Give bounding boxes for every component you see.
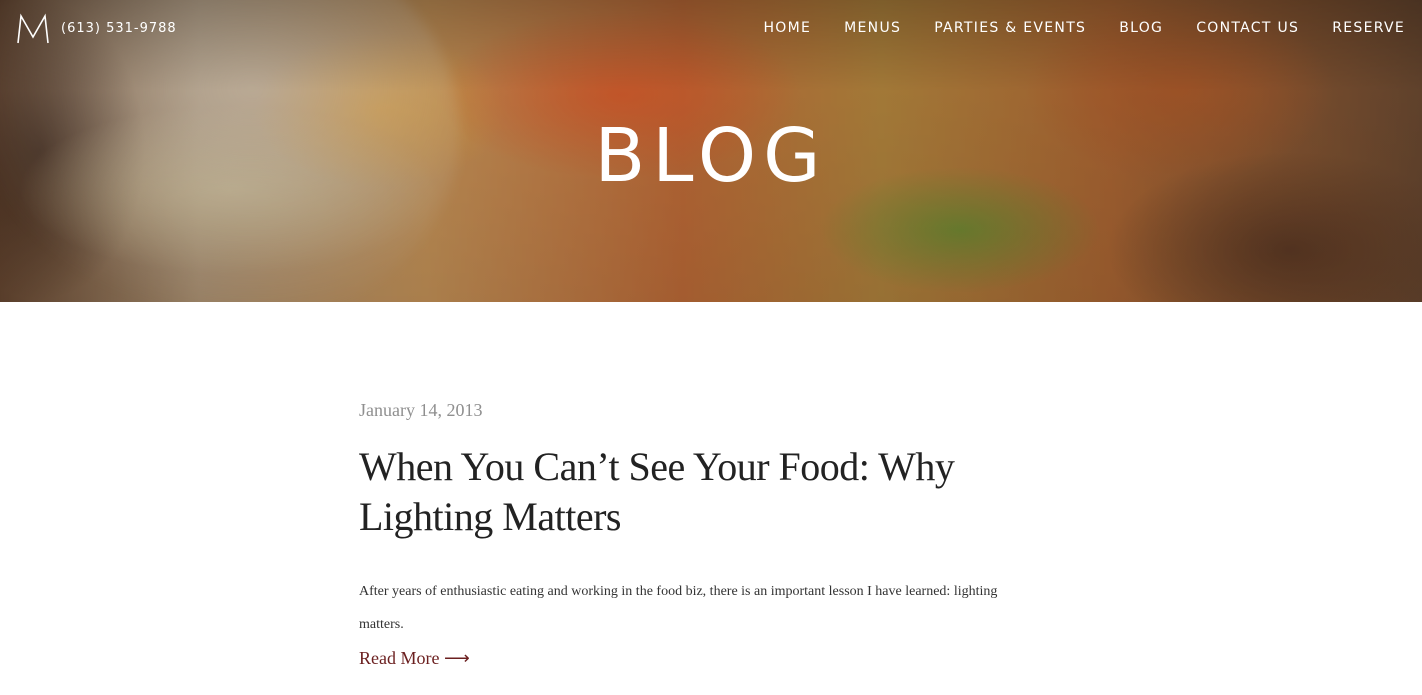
- logo[interactable]: [15, 13, 51, 45]
- post-title[interactable]: When You Can’t See Your Food: Why Lighti…: [359, 442, 1059, 542]
- nav-contact-us[interactable]: CONTACT US: [1196, 20, 1299, 36]
- page-title: BLOG: [594, 113, 828, 199]
- post-excerpt: After years of enthusiastic eating and w…: [359, 584, 998, 632]
- nav-home[interactable]: HOME: [763, 20, 811, 36]
- read-more-link[interactable]: Read More ⟶: [359, 648, 470, 669]
- post-date: January 14, 2013: [359, 400, 483, 420]
- nav-reserve[interactable]: RESERVE: [1332, 20, 1405, 36]
- phone-number[interactable]: (613) 531-9788: [61, 21, 177, 36]
- main-nav: HOME MENUS PARTIES & EVENTS BLOG CONTACT…: [763, 20, 1405, 36]
- logo-m-mark: [17, 13, 49, 44]
- blog-post: January 14, 2013 When You Can’t See Your…: [359, 400, 1059, 669]
- nav-parties-events[interactable]: PARTIES & EVENTS: [934, 20, 1086, 36]
- hero-banner: (613) 531-9788 HOME MENUS PARTIES & EVEN…: [0, 0, 1422, 302]
- nav-menus[interactable]: MENUS: [844, 20, 901, 36]
- nav-blog[interactable]: BLOG: [1119, 20, 1163, 36]
